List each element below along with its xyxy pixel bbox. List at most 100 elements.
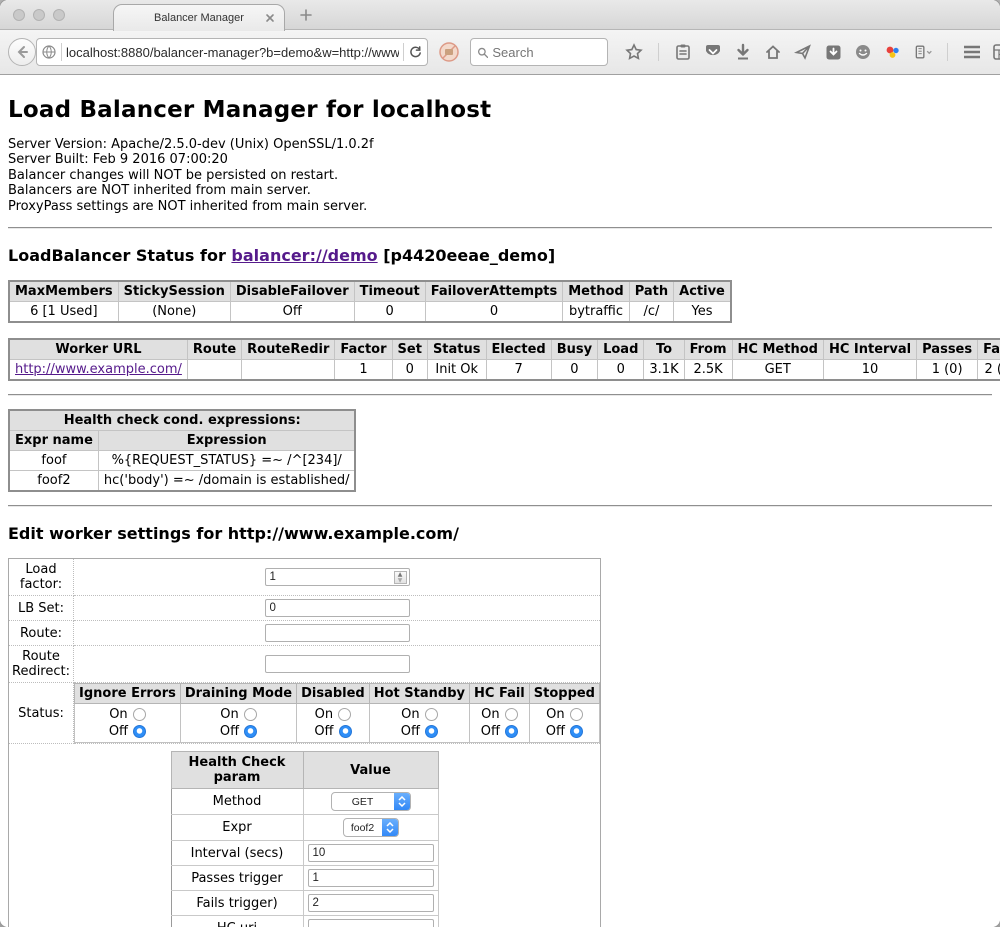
route-label: Route: [9,621,74,646]
cell-hc-interval: 10 [823,360,916,381]
edit-worker-heading: Edit worker settings for http://www.exam… [8,524,992,543]
back-arrow-icon [15,45,29,59]
tab-groups-grid-icon[interactable] [992,42,1000,62]
number-spinner-icon[interactable]: ▲▼ [394,571,407,584]
cell-passes: 1 (0) [917,360,978,381]
col-elected: Elected [486,339,551,360]
off-label: Off [401,724,420,739]
cell-disablefailover: Off [230,302,354,323]
fails-input[interactable] [308,894,434,912]
url-input[interactable] [66,45,399,60]
ignore-errors-off-radio[interactable] [133,725,146,738]
downloads-icon[interactable] [733,42,753,62]
page-title: Load Balancer Manager for localhost [8,75,992,123]
disabled-on-radio[interactable] [338,708,351,721]
cell-stickysession: (None) [118,302,230,323]
stopped-off-radio[interactable] [570,725,583,738]
passes-label: Passes trigger [171,866,303,891]
cell-fails: 2 (0) [978,360,1000,381]
search-input[interactable] [492,45,601,60]
hot-standby-off-radio[interactable] [425,725,438,738]
zoom-window-button[interactable] [53,9,65,21]
toolbar-divider-2 [947,43,948,61]
select-stepper-icon [382,818,398,837]
cell-busy: 0 [551,360,597,381]
hc-fail-on-radio[interactable] [505,708,518,721]
new-tab-button[interactable] [300,9,312,21]
cell-method: bytraffic [563,302,629,323]
col-worker-url: Worker URL [9,339,187,360]
cell-expr-name: foof [9,451,98,471]
cell-factor: 1 [335,360,392,381]
reload-icon[interactable] [408,45,423,60]
col-stickysession: StickySession [118,281,230,302]
reading-list-icon[interactable] [673,42,693,62]
form-row-status: Status: Ignore Errors Draining Mode Disa… [9,683,601,744]
form-row-hc-params: Health Check param Value Method GET [9,744,601,927]
adblock-icon[interactable] [438,41,460,63]
navigation-toolbar [0,30,1000,75]
tab-balancer-manager[interactable]: Balancer Manager [113,4,285,31]
passes-input[interactable] [308,869,434,887]
tab-close-icon[interactable] [265,13,275,23]
cell-routeredir [242,360,335,381]
on-label: On [546,707,564,722]
hot-standby-on-radio[interactable] [425,708,438,721]
expr-select-value: foof2 [344,822,382,834]
save-to-device-icon[interactable] [823,42,843,62]
load-factor-input[interactable] [265,568,410,586]
interval-input[interactable] [308,844,434,862]
balancer-demo-link[interactable]: balancer://demo [231,246,377,265]
proxypass-note-line: ProxyPass settings are NOT inherited fro… [8,199,992,214]
feedback-smiley-icon[interactable] [853,42,873,62]
form-row-load-factor: Load factor: ▲▼ [9,559,601,596]
select-stepper-icon [394,792,410,811]
expr-select[interactable]: foof2 [343,818,399,837]
minimize-window-button[interactable] [33,9,45,21]
bookmark-star-icon[interactable] [624,42,644,62]
route-redirect-input[interactable] [265,655,410,673]
hamburger-menu-icon[interactable] [962,42,982,62]
cell-active: Yes [674,302,731,323]
on-label: On [315,707,333,722]
divider [8,394,992,396]
draining-mode-off-radio[interactable] [244,725,257,738]
method-select[interactable]: GET [331,792,411,811]
worker-url-link[interactable]: http://www.example.com/ [15,362,182,377]
stopped-on-radio[interactable] [570,708,583,721]
server-info: Server Version: Apache/2.5.0-dev (Unix) … [8,137,992,214]
back-button[interactable] [8,38,36,66]
page-actions-icon[interactable] [913,42,933,62]
ignore-errors-on-radio[interactable] [133,708,146,721]
table-header-row: Worker URL Route RouteRedir Factor Set S… [9,339,1000,360]
route-redirect-label: Route Redirect: [9,646,74,683]
col-busy: Busy [551,339,597,360]
persist-note-line: Balancer changes will NOT be persisted o… [8,168,992,183]
disabled-off-radio[interactable] [339,725,352,738]
colored-dots-extension-icon[interactable] [883,42,903,62]
col-hot-standby: Hot Standby [369,684,469,704]
col-route: Route [187,339,241,360]
status-header-row: Ignore Errors Draining Mode Disabled Hot… [75,684,600,704]
col-load: Load [598,339,644,360]
route-input[interactable] [265,624,410,642]
send-tab-icon[interactable] [793,42,813,62]
interval-label: Interval (secs) [171,841,303,866]
search-bar[interactable] [470,38,608,66]
cell-route [187,360,241,381]
pocket-icon[interactable] [703,42,723,62]
toolbar-divider [658,43,659,61]
url-divider-2 [403,43,404,61]
draining-mode-on-radio[interactable] [244,708,257,721]
lb-set-input[interactable] [265,599,410,617]
hc-uri-input[interactable] [308,919,434,927]
hc-fail-off-radio[interactable] [505,725,518,738]
close-window-button[interactable] [13,9,25,21]
col-hc-method: HC Method [732,339,823,360]
url-bar[interactable] [36,38,428,66]
col-method: Method [563,281,629,302]
cell-maxmembers: 6 [1 Used] [9,302,118,323]
tab-title: Balancer Manager [154,12,244,24]
home-icon[interactable] [763,42,783,62]
off-label: Off [546,724,565,739]
